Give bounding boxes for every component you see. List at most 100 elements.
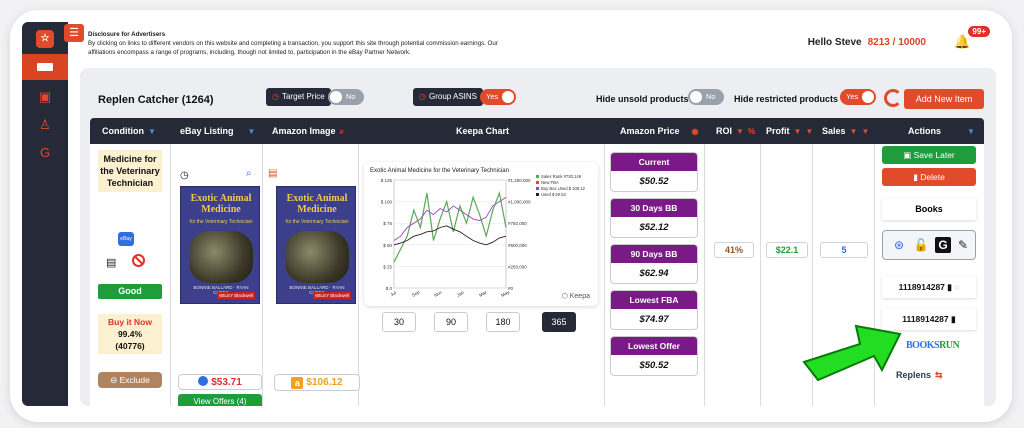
range-180-button[interactable]: 180	[486, 312, 520, 332]
view-offers-button[interactable]: View Offers (4)	[178, 394, 262, 406]
save-later-button[interactable]: ▣ Save Later	[882, 146, 976, 164]
add-new-item-button[interactable]: Add New Item	[904, 89, 984, 109]
table-header: Condition ▼ eBay Listing ▼ Amazon Image ⌕ K…	[90, 118, 984, 144]
filter-icon[interactable]: ▼	[794, 127, 802, 136]
y-right-tick: #0	[508, 286, 514, 291]
range-365-button[interactable]: 365	[542, 312, 576, 332]
col-roi[interactable]: ROI ▼%	[716, 118, 755, 144]
price-label: Lowest FBA	[611, 291, 697, 309]
calendar-icon[interactable]: ▣	[38, 90, 52, 104]
user-icon[interactable]: ♙	[38, 118, 52, 132]
toggle-knob	[330, 91, 342, 103]
hide-restricted-label: Hide restricted products	[734, 94, 839, 104]
pencil-icon[interactable]: ✎	[955, 237, 971, 253]
sort-icon[interactable]: ◉	[692, 127, 699, 136]
compass-icon[interactable]: ⊛	[891, 237, 907, 253]
col-condition-label: Condition	[102, 126, 144, 136]
sidebar-item-dashboard[interactable]	[22, 54, 68, 80]
history-icon[interactable]: ◷	[180, 170, 189, 181]
keepa-chart[interactable]: Exotic Animal Medicine for the Veterinar…	[364, 162, 598, 306]
filter-icon-2[interactable]: ▼	[861, 127, 869, 136]
ban-icon[interactable]	[132, 254, 145, 267]
legend-swatch	[536, 193, 539, 196]
group-asins-toggle[interactable]: Yes	[480, 89, 516, 105]
toggle-text: Yes	[486, 92, 499, 101]
ebay-price[interactable]: $53.71	[178, 374, 262, 390]
hide-restricted-toggle[interactable]: Yes	[840, 89, 876, 105]
price-lowest-fba: Lowest FBA $74.97	[610, 290, 698, 330]
group-asins-button[interactable]: ◷ Group ASINS	[413, 88, 484, 106]
amazon-price[interactable]: a $106.12	[274, 374, 360, 391]
keepa-brand: Keepa	[569, 293, 590, 300]
col-actions-label: Actions	[908, 126, 942, 136]
chat-icon[interactable]: ◌	[954, 282, 959, 292]
ebay-icon[interactable]: eBay	[118, 232, 134, 246]
booksrun-logo[interactable]: BOOKSRUN	[906, 340, 960, 351]
condition-badge: Good	[98, 284, 162, 299]
delete-button[interactable]: ▮ Delete	[882, 168, 976, 186]
dashboard-icon	[37, 63, 53, 71]
g-icon[interactable]: G	[935, 237, 951, 253]
col-profit[interactable]: Profit ▼ ▼	[766, 118, 813, 144]
col-divider	[604, 144, 605, 406]
col-amazon-price[interactable]: Amazon Price ◉	[620, 118, 699, 144]
copy-icon[interactable]: ▮	[951, 314, 956, 324]
filter-icon[interactable]: ▼	[850, 127, 858, 136]
y-left-tick: $ 50	[383, 243, 392, 248]
toggle-knob	[502, 91, 514, 103]
filter-icon-2[interactable]: ▼	[805, 127, 813, 136]
google-icon[interactable]: G	[38, 146, 52, 160]
document-icon[interactable]: ▤	[268, 168, 277, 179]
hide-unsold-toggle[interactable]: No	[688, 89, 724, 105]
y-left-tick: $ 0	[386, 286, 393, 291]
col-amazon-price-label: Amazon Price	[620, 126, 680, 136]
amazon-book-image[interactable]: Exotic Animal Medicine for the Veterinar…	[276, 186, 356, 304]
delete-label: Delete	[920, 172, 945, 182]
y-right-tick: #750,000	[508, 221, 527, 226]
y-right-tick: #1,000,000	[508, 200, 531, 205]
filter-icon[interactable]: ▼	[967, 127, 975, 136]
profit-value: $22.1	[766, 242, 808, 258]
col-ebay-listing[interactable]: eBay Listing ▼	[180, 118, 255, 144]
store-icon[interactable]: ▤	[106, 256, 116, 269]
app-logo-icon[interactable]: ☆	[36, 30, 54, 48]
range-90-button[interactable]: 90	[434, 312, 468, 332]
col-sales[interactable]: Sales ▼ ▼	[822, 118, 869, 144]
refresh-icon[interactable]	[884, 89, 902, 107]
book-cover-publisher: WILEY Blackwell	[313, 292, 351, 299]
amazon-logo-icon: a	[291, 377, 304, 389]
price-value: $50.52	[639, 360, 669, 371]
range-30-button[interactable]: 30	[382, 312, 416, 332]
seller-info: Buy it Now 99.4% (40776)	[98, 314, 162, 354]
col-condition[interactable]: Condition ▼	[102, 118, 156, 144]
bell-icon[interactable]: 🔔	[954, 34, 970, 50]
price-value: $74.97	[639, 314, 669, 325]
filter-icon[interactable]: ▼	[248, 127, 256, 136]
ebay-book-image[interactable]: Exotic Animal Medicine for the Veterinar…	[180, 186, 260, 304]
disclosure-title: Disclosure for Advertisers	[88, 31, 166, 38]
filter-icon[interactable]: ▼	[148, 127, 156, 136]
col-amazon-image[interactable]: Amazon Image ⌕	[272, 118, 344, 144]
book-cover-photo	[189, 231, 253, 283]
target-price-button[interactable]: ◷ Target Price	[266, 88, 331, 106]
sidebar: ☆ ▣ ♙ G	[22, 22, 68, 406]
x-tick: Sep	[411, 289, 421, 298]
seller-feedback: (40776)	[115, 341, 145, 351]
copy-icon[interactable]: ▮	[947, 282, 952, 292]
menu-icon[interactable]: ☰	[64, 24, 84, 42]
legend-swatch	[536, 187, 539, 190]
filter-icon[interactable]: ▼	[736, 127, 744, 136]
save-later-label: Save Later	[913, 150, 955, 160]
toggle-text: No	[706, 92, 716, 101]
y-left-tick: $ 125	[381, 178, 393, 183]
lock-icon[interactable]: 🔓	[913, 237, 929, 253]
search-icon[interactable]: ⌕	[246, 168, 252, 179]
exclude-button[interactable]: ⊖ Exclude	[98, 372, 162, 388]
target-price-toggle[interactable]: No	[328, 89, 364, 105]
isbn-copy-1[interactable]: 1118914287 ▮ ◌	[882, 276, 976, 298]
book-cover-photo	[285, 231, 349, 283]
plot-area	[393, 179, 507, 289]
hide-unsold-label: Hide unsold products	[596, 94, 689, 104]
toggle-text: No	[346, 92, 356, 101]
search-icon[interactable]: ⌕	[340, 127, 344, 136]
